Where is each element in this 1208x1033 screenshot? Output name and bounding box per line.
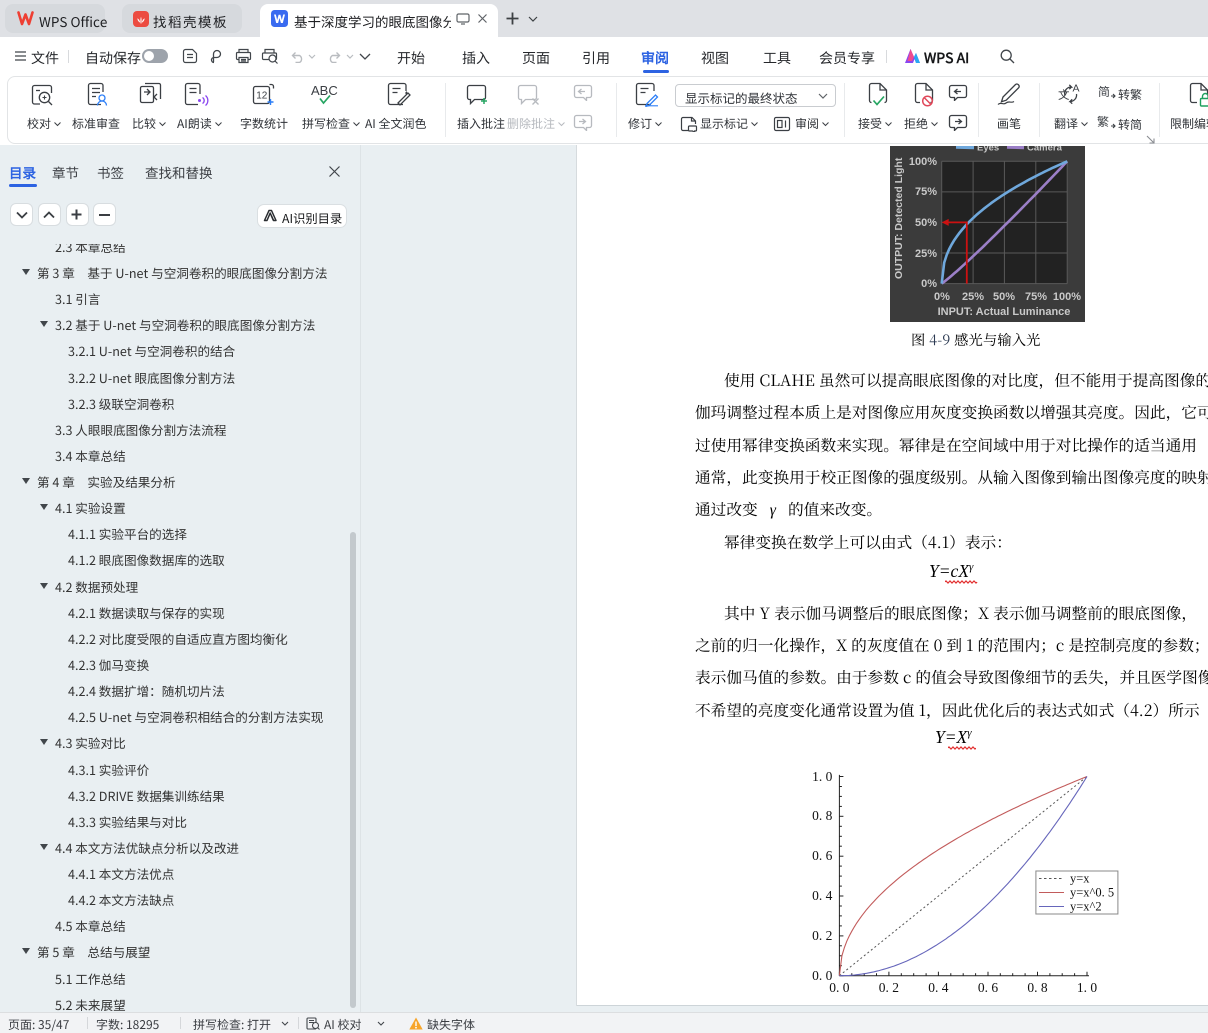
svg-text:0. 6: 0. 6 <box>812 848 833 863</box>
svg-text:y=x: y=x <box>1070 872 1090 886</box>
svg-text:1. 0: 1. 0 <box>812 769 833 784</box>
svg-text:y=x^0. 5: y=x^0. 5 <box>1070 886 1114 900</box>
svg-text:Eyes: Eyes <box>977 146 999 154</box>
svg-text:文: 文 <box>1058 87 1070 103</box>
svg-text:0. 0: 0. 0 <box>812 968 833 983</box>
svg-text:100%: 100% <box>1053 291 1081 303</box>
svg-text:INPUT: Actual Luminance: INPUT: Actual Luminance <box>938 306 1071 318</box>
svg-text:1. 0: 1. 0 <box>1077 980 1098 995</box>
svg-text:0. 2: 0. 2 <box>879 980 899 995</box>
svg-text:0. 2: 0. 2 <box>812 928 832 943</box>
svg-text:50%: 50% <box>993 291 1015 303</box>
svg-text:0%: 0% <box>921 278 937 290</box>
svg-text:0. 6: 0. 6 <box>978 980 999 995</box>
svg-text:繁: 繁 <box>1097 114 1109 130</box>
svg-text:75%: 75% <box>915 186 937 198</box>
svg-text:12: 12 <box>256 91 268 102</box>
svg-text:50%: 50% <box>915 217 937 229</box>
svg-text:0. 8: 0. 8 <box>1027 980 1048 995</box>
svg-text:y=x^2: y=x^2 <box>1070 900 1102 914</box>
svg-text:100%: 100% <box>909 156 937 168</box>
svg-text:A: A <box>1073 83 1080 95</box>
svg-text:0. 4: 0. 4 <box>812 888 833 903</box>
svg-text:OUTPUT: Detected Light: OUTPUT: Detected Light <box>893 157 905 279</box>
svg-text:25%: 25% <box>915 248 937 260</box>
svg-text:0. 8: 0. 8 <box>812 808 833 823</box>
svg-text:Camera: Camera <box>1027 146 1063 154</box>
svg-text:简: 简 <box>1098 84 1110 100</box>
svg-text:75%: 75% <box>1025 291 1047 303</box>
svg-text:0. 4: 0. 4 <box>928 980 949 995</box>
svg-text:25%: 25% <box>962 291 984 303</box>
svg-text:0%: 0% <box>934 291 950 303</box>
svg-text:ABC: ABC <box>311 83 338 98</box>
